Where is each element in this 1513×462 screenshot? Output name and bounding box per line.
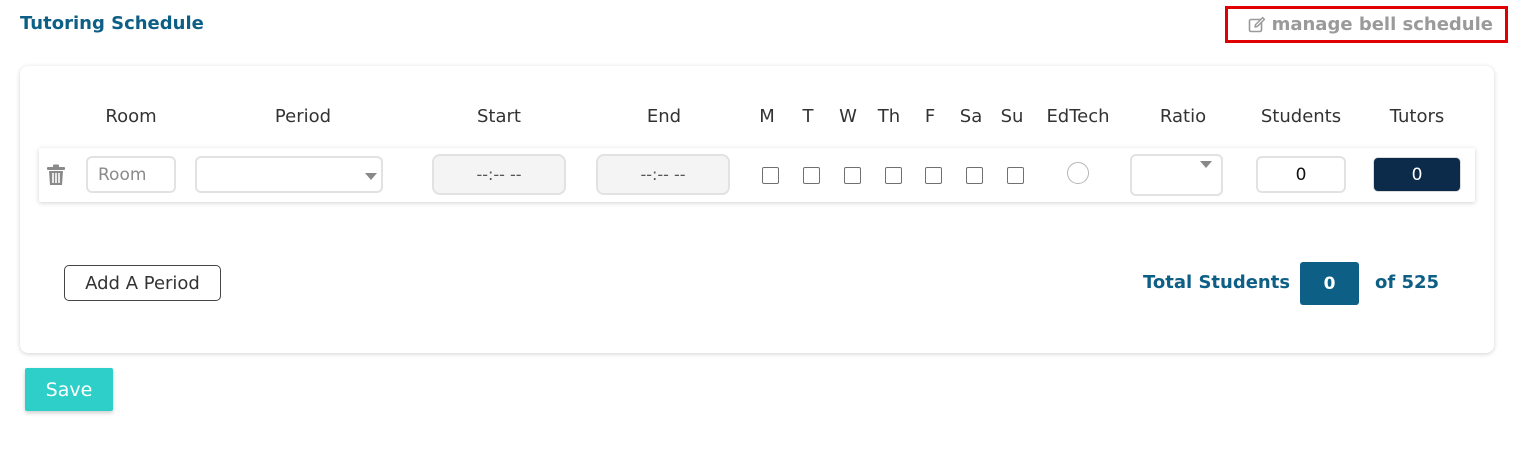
column-header-saturday: Sa bbox=[959, 106, 983, 127]
page-title: Tutoring Schedule bbox=[20, 13, 204, 34]
total-students-capacity: of 525 bbox=[1375, 272, 1440, 293]
total-students-badge: 0 bbox=[1300, 262, 1359, 305]
column-header-sunday: Su bbox=[1000, 106, 1024, 127]
add-period-button[interactable]: Add A Period bbox=[64, 265, 221, 301]
chevron-down-icon bbox=[365, 173, 377, 180]
column-header-wednesday: W bbox=[839, 106, 857, 127]
checkbox-monday[interactable] bbox=[762, 167, 779, 184]
column-header-monday: M bbox=[759, 106, 775, 127]
checkbox-sunday[interactable] bbox=[1007, 167, 1024, 184]
column-header-tutors: Tutors bbox=[1389, 106, 1445, 127]
save-button[interactable]: Save bbox=[25, 368, 113, 411]
total-students-label: Total Students bbox=[1143, 272, 1291, 293]
edit-icon bbox=[1248, 16, 1266, 34]
column-header-students: Students bbox=[1260, 106, 1342, 127]
column-header-end: End bbox=[646, 106, 682, 127]
trash-icon[interactable] bbox=[46, 164, 66, 186]
checkbox-saturday[interactable] bbox=[966, 167, 983, 184]
checkbox-thursday[interactable] bbox=[885, 167, 902, 184]
column-header-friday: F bbox=[924, 106, 936, 127]
checkbox-friday[interactable] bbox=[925, 167, 942, 184]
tutors-input[interactable]: 0 bbox=[1373, 157, 1461, 192]
column-header-start: Start bbox=[477, 106, 521, 127]
period-select[interactable] bbox=[195, 156, 383, 193]
column-header-thursday: Th bbox=[877, 106, 901, 127]
column-header-edtech: EdTech bbox=[1046, 106, 1110, 127]
manage-bell-schedule-highlight: manage bell schedule bbox=[1225, 6, 1508, 43]
manage-bell-schedule-link[interactable]: manage bell schedule bbox=[1248, 14, 1493, 35]
tutoring-schedule-page: Tutoring Schedule manage bell schedule R… bbox=[0, 0, 1513, 462]
column-header-tuesday: T bbox=[802, 106, 814, 127]
start-time-input[interactable]: --:-- -- bbox=[432, 154, 566, 195]
students-input[interactable]: 0 bbox=[1256, 156, 1346, 193]
edtech-radio[interactable] bbox=[1067, 162, 1089, 184]
end-time-input[interactable]: --:-- -- bbox=[596, 154, 730, 195]
manage-bell-schedule-label: manage bell schedule bbox=[1271, 14, 1493, 35]
checkbox-wednesday[interactable] bbox=[844, 167, 861, 184]
column-header-ratio: Ratio bbox=[1159, 106, 1207, 127]
column-header-room: Room bbox=[105, 106, 157, 127]
column-header-period: Period bbox=[274, 106, 332, 127]
checkbox-tuesday[interactable] bbox=[803, 167, 820, 184]
room-input[interactable] bbox=[86, 156, 176, 193]
chevron-down-icon bbox=[1200, 161, 1212, 168]
ratio-select[interactable] bbox=[1130, 154, 1223, 196]
